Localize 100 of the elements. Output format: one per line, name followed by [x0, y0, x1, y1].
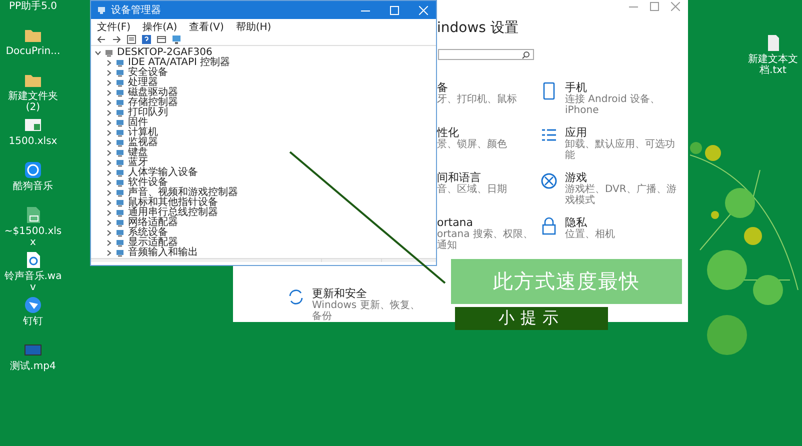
- menu-item[interactable]: 文件(F): [97, 20, 131, 34]
- tree-item[interactable]: 网络适配器: [128, 218, 178, 228]
- desktop-icon-label[interactable]: 铃声音乐.wav: [2, 271, 64, 293]
- chevron-right-icon[interactable]: [106, 130, 112, 136]
- setting-description: 卸载、默认应用、可选功能: [565, 139, 676, 161]
- device-icon: [116, 99, 124, 107]
- desktop-icon-label[interactable]: DocuPrin...: [2, 46, 64, 57]
- tree-item[interactable]: 软件设备: [128, 178, 168, 188]
- chevron-right-icon[interactable]: [106, 180, 112, 186]
- device-icon: [116, 139, 124, 147]
- desktop-icon-label[interactable]: PP助手5.0: [2, 1, 64, 12]
- grid-icon[interactable]: [157, 35, 166, 44]
- chevron-right-icon[interactable]: [106, 140, 112, 146]
- setting-title[interactable]: 性化: [437, 127, 507, 139]
- tree-item[interactable]: 磁盘驱动器: [128, 88, 178, 98]
- help-icon[interactable]: [142, 35, 151, 44]
- device-icon: [116, 249, 124, 257]
- spreadsheet-file-icon: [24, 206, 42, 224]
- window-title: indows 设置: [437, 19, 520, 38]
- device-icon: [116, 239, 124, 247]
- chevron-right-icon[interactable]: [106, 80, 112, 86]
- maximize-icon[interactable]: [650, 2, 659, 12]
- device-icon: [116, 229, 124, 237]
- tree-item[interactable]: 鼠标和其他指针设备: [128, 198, 218, 208]
- tree-item[interactable]: 打印队列: [128, 108, 168, 118]
- menu-item[interactable]: 帮助(H): [236, 20, 272, 34]
- device-icon: [116, 59, 124, 67]
- tree-item[interactable]: 键盘: [128, 148, 148, 158]
- chevron-right-icon[interactable]: [106, 170, 112, 176]
- setting-description: 游戏栏、DVR、广播、游戏模式: [565, 184, 677, 206]
- tree-item[interactable]: IDE ATA/ATAPI 控制器: [128, 58, 230, 68]
- desktop-icon-label[interactable]: ~$1500.xlsx: [2, 226, 64, 248]
- search-field[interactable]: [438, 49, 534, 60]
- tree-item[interactable]: 系统设备: [128, 228, 168, 238]
- tree-item[interactable]: 人体学输入设备: [128, 168, 198, 178]
- tree-item[interactable]: 处理器: [128, 78, 158, 88]
- spreadsheet-icon: [24, 116, 42, 134]
- caption-banner: 此方式速度最快: [451, 259, 682, 304]
- properties-icon[interactable]: [127, 35, 136, 44]
- monitor-icon[interactable]: [172, 35, 181, 44]
- tree-item[interactable]: 蓝牙: [128, 158, 148, 168]
- desktop-icon-label[interactable]: 钉钉: [2, 316, 64, 327]
- setting-description: 音、区域、日期: [437, 184, 507, 195]
- setting-title[interactable]: ortana: [437, 217, 541, 229]
- device-icon: [116, 169, 124, 177]
- desktop-icon-label[interactable]: 酷狗音乐: [2, 181, 64, 192]
- menu-item[interactable]: 查看(V): [189, 20, 224, 34]
- tree-item[interactable]: DESKTOP-2GAF306: [117, 48, 212, 58]
- back-arrow-icon[interactable]: [97, 35, 106, 44]
- tree-item[interactable]: 显示适配器: [128, 238, 178, 248]
- menu-item[interactable]: 操作(A): [142, 20, 178, 34]
- chevron-right-icon[interactable]: [106, 70, 112, 76]
- desktop-icon-label[interactable]: 1500.xlsx: [2, 136, 64, 147]
- chevron-right-icon[interactable]: [106, 160, 112, 166]
- device-icon: [116, 209, 124, 217]
- tree-item[interactable]: 音频输入和输出: [128, 248, 198, 258]
- setting-title[interactable]: 应用: [565, 127, 677, 139]
- tree-item[interactable]: 声音、视频和游戏控制器: [128, 188, 238, 198]
- chevron-right-icon[interactable]: [106, 220, 112, 226]
- window-title: 设备管理器: [111, 4, 162, 17]
- setting-description: Windows 更新、恢复、备份: [312, 300, 421, 322]
- chevron-right-icon[interactable]: [106, 200, 112, 206]
- chevron-right-icon[interactable]: [106, 60, 112, 66]
- setting-title[interactable]: 间和语言: [437, 172, 507, 184]
- tree-item[interactable]: 通用串行总线控制器: [128, 208, 218, 218]
- tree-item[interactable]: 计算机: [128, 128, 158, 138]
- forward-arrow-icon[interactable]: [112, 35, 121, 44]
- chevron-right-icon[interactable]: [106, 240, 112, 246]
- tree-item[interactable]: 固件: [128, 118, 148, 128]
- setting-title[interactable]: 备: [437, 82, 517, 94]
- setting-description: ortana 搜索、权限、通知: [437, 229, 534, 251]
- search-icon: [522, 50, 530, 59]
- chevron-right-icon[interactable]: [106, 190, 112, 196]
- setting-title[interactable]: 隐私: [565, 217, 615, 229]
- chevron-right-icon[interactable]: [106, 150, 112, 156]
- chevron-down-icon[interactable]: [95, 50, 101, 56]
- chevron-right-icon[interactable]: [106, 90, 112, 96]
- setting-description: 位置、相机: [565, 229, 615, 240]
- chevron-right-icon[interactable]: [106, 250, 112, 256]
- desktop-icon-label[interactable]: 新建文件夹(2): [2, 91, 64, 113]
- device-icon: [116, 119, 124, 127]
- close-icon[interactable]: [671, 2, 680, 12]
- chevron-right-icon[interactable]: [106, 120, 112, 126]
- lock-icon: [541, 217, 557, 235]
- setting-description: 牙、打印机、鼠标: [437, 94, 517, 105]
- device-icon: [116, 199, 124, 207]
- setting-title[interactable]: 手机: [565, 82, 677, 94]
- chevron-right-icon[interactable]: [106, 110, 112, 116]
- chevron-right-icon[interactable]: [106, 230, 112, 236]
- chevron-right-icon[interactable]: [106, 210, 112, 216]
- tree-item[interactable]: 监视器: [128, 138, 158, 148]
- desktop-icon-label[interactable]: 测试.mp4: [2, 361, 64, 372]
- device-icon: [116, 109, 124, 117]
- tree-item[interactable]: 存储控制器: [128, 98, 178, 108]
- tree-item[interactable]: 安全设备: [128, 68, 168, 78]
- chevron-right-icon[interactable]: [106, 100, 112, 106]
- device-icon: [116, 179, 124, 187]
- setting-title[interactable]: 游戏: [565, 172, 677, 184]
- setting-title[interactable]: 更新和安全: [312, 288, 424, 300]
- desktop-icon-label[interactable]: 新建文本文档.txt: [742, 54, 802, 76]
